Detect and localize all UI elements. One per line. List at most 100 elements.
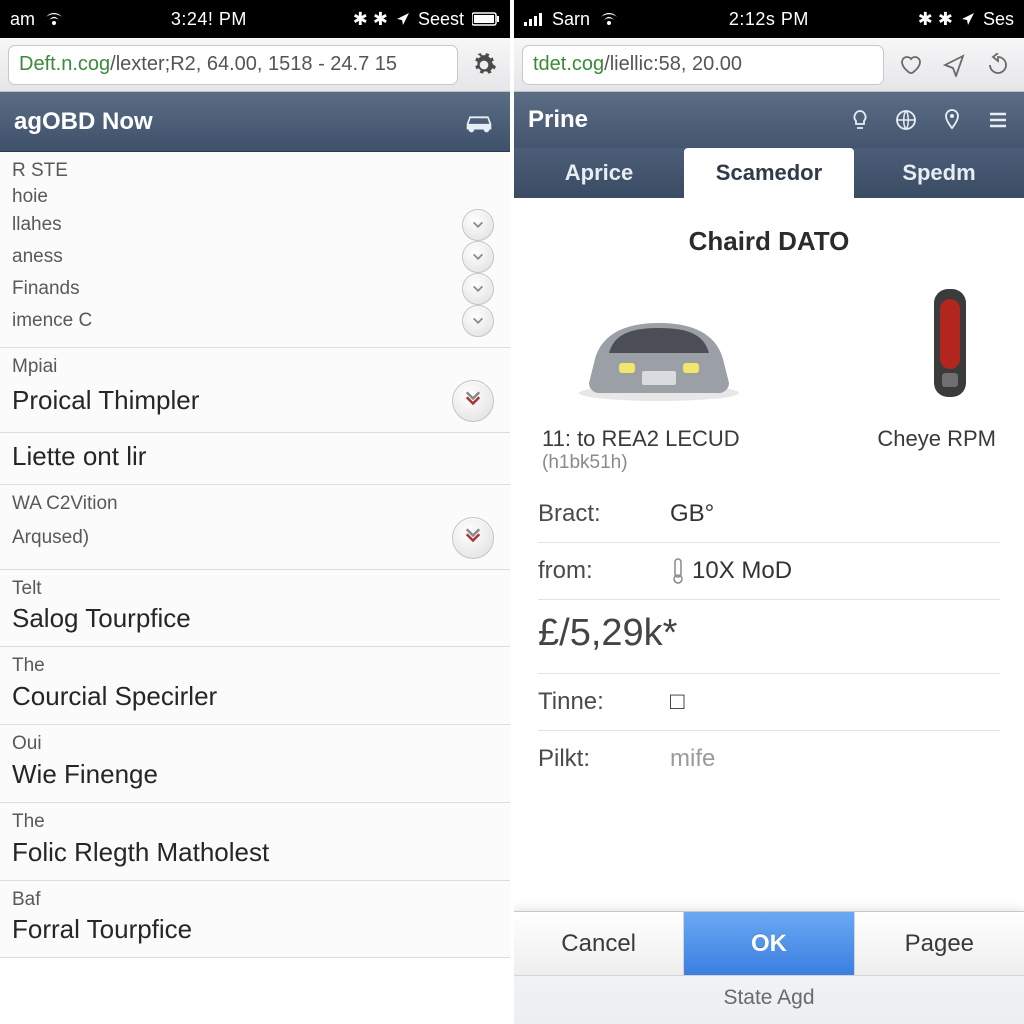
tab-scamedor[interactable]: Scamedor bbox=[684, 148, 854, 198]
list-group: Liette ont lir bbox=[0, 433, 510, 485]
battery-icon bbox=[472, 12, 500, 26]
row-time: Tinne: □ bbox=[538, 674, 1000, 731]
signal-icon bbox=[524, 12, 544, 26]
list-item[interactable]: aness bbox=[12, 241, 510, 273]
list-item-label: hoie bbox=[12, 184, 48, 210]
ok-button[interactable]: OK bbox=[684, 912, 854, 975]
list-item-label: imence C bbox=[12, 308, 92, 334]
rpm-label: Cheye RPM bbox=[877, 426, 996, 474]
list-group: R STEhoiellahes aness Finands imence C bbox=[0, 152, 510, 348]
pin-icon[interactable] bbox=[940, 108, 964, 132]
chevron-down-icon[interactable] bbox=[462, 209, 494, 241]
list-item: Folic Rlegth Matholest bbox=[12, 835, 510, 870]
page-button[interactable]: Pagee bbox=[855, 912, 1024, 975]
url-bar: Deft.n.cog/lexter;R2, 64.00, 1518 - 24.7… bbox=[0, 38, 510, 92]
tab-aprice[interactable]: Aprice bbox=[514, 148, 684, 198]
list-item-label: Liette ont lir bbox=[12, 439, 146, 474]
scanner-illustration bbox=[926, 283, 974, 403]
url-host: tdet.cog bbox=[533, 53, 604, 76]
list-item-label: The bbox=[12, 653, 45, 679]
list-item-label: WA C2Vition bbox=[12, 491, 118, 517]
thermometer-icon bbox=[670, 558, 686, 584]
app-title: agOBD Now bbox=[14, 108, 153, 136]
chevron-down-icon[interactable] bbox=[462, 241, 494, 273]
screen-left: am 3:24! PM ✱ ✱ Seest Deft.n.cog/lexter;… bbox=[0, 0, 510, 1024]
list-item-label: aness bbox=[12, 244, 63, 270]
refresh-icon bbox=[986, 53, 1010, 77]
globe-icon[interactable] bbox=[894, 108, 918, 132]
car-illustration bbox=[564, 293, 754, 403]
list-item: Baf bbox=[12, 887, 510, 913]
vehicle-sublabel: (h1bk51h) bbox=[542, 452, 740, 474]
list-item[interactable]: Finands bbox=[12, 273, 510, 305]
list-item[interactable]: Proical Thimpler bbox=[12, 380, 510, 422]
list-item: Mpiai bbox=[12, 354, 510, 380]
list-item[interactable]: Arqused) bbox=[12, 517, 510, 559]
chevron-down-icon[interactable] bbox=[462, 305, 494, 337]
car-icon[interactable] bbox=[462, 105, 496, 139]
reload-button[interactable] bbox=[466, 47, 502, 83]
status-bar: am 3:24! PM ✱ ✱ Seest bbox=[0, 0, 510, 38]
kv-key: Tinne: bbox=[538, 688, 648, 716]
url-field[interactable]: tdet.cog/liellic:58, 20.00 bbox=[522, 45, 884, 85]
url-bar: tdet.cog/liellic:58, 20.00 bbox=[514, 38, 1024, 92]
action-sheet: Cancel OK Pagee State Agd bbox=[514, 911, 1024, 1024]
chevron-down-icon[interactable] bbox=[452, 517, 494, 559]
screen-right: Sarn 2:12s PM ✱ ✱ Ses tdet.cog/liellic:5… bbox=[510, 0, 1024, 1024]
url-host: Deft.n.cog bbox=[19, 53, 110, 76]
status-right-indicators: ✱ ✱ bbox=[353, 9, 388, 30]
list-item-label: Baf bbox=[12, 887, 41, 913]
kv-value: 10X MoD bbox=[692, 557, 792, 585]
kv-key: Bract: bbox=[538, 500, 648, 528]
list-item: Salog Tourpfice bbox=[12, 601, 510, 636]
url-path: /lexter;R2, 64.00, 1518 - 24.7 15 bbox=[110, 53, 397, 76]
kv-value: GB° bbox=[670, 500, 714, 528]
list-item: Liette ont lir bbox=[12, 439, 510, 474]
chevron-down-icon[interactable] bbox=[452, 380, 494, 422]
sidebar-list: R STEhoiellahes aness Finands imence C Mpiai… bbox=[0, 152, 510, 958]
list-item-label: Mpiai bbox=[12, 354, 57, 380]
heart-icon bbox=[898, 53, 922, 77]
carrier-label: Sarn bbox=[552, 9, 590, 30]
refresh-button[interactable] bbox=[980, 47, 1016, 83]
cancel-button[interactable]: Cancel bbox=[514, 912, 684, 975]
app-title: Prine bbox=[528, 106, 588, 134]
share-button[interactable] bbox=[936, 47, 972, 83]
chevron-down-icon[interactable] bbox=[462, 273, 494, 305]
list-item-label: Courcial Specirler bbox=[12, 679, 217, 714]
list-item: WA C2Vition bbox=[12, 491, 510, 517]
list-group: TeltSalog Tourpfice bbox=[0, 570, 510, 648]
list-group: Mpiai Proical Thimpler bbox=[0, 348, 510, 433]
list-item-label: Wie Finenge bbox=[12, 757, 158, 792]
list-item-label: Finands bbox=[12, 276, 80, 302]
list-item: R STE bbox=[12, 158, 510, 184]
vehicle-label: 11: to REA2 LECUD bbox=[542, 426, 740, 452]
clock: 2:12s PM bbox=[729, 9, 809, 30]
row-bract: Bract: GB° bbox=[538, 486, 1000, 543]
list-item-label: Folic Rlegth Matholest bbox=[12, 835, 269, 870]
list-item: The bbox=[12, 653, 510, 679]
list-item: Forral Tourpfice bbox=[12, 912, 510, 947]
location-icon bbox=[396, 12, 410, 26]
list-item-label: Telt bbox=[12, 576, 42, 602]
sheet-label: State Agd bbox=[514, 976, 1024, 1024]
tab-spedm[interactable]: Spedm bbox=[854, 148, 1024, 198]
url-field[interactable]: Deft.n.cog/lexter;R2, 64.00, 1518 - 24.7… bbox=[8, 45, 458, 85]
row-pilk: Pilkt: mife bbox=[538, 731, 1000, 787]
menu-icon[interactable] bbox=[986, 108, 1010, 132]
list-item-label: Salog Tourpfice bbox=[12, 601, 191, 636]
app-header: agOBD Now bbox=[0, 92, 510, 152]
list-item-label: R STE bbox=[12, 158, 68, 184]
bulb-icon[interactable] bbox=[848, 108, 872, 132]
list-item[interactable]: imence C bbox=[12, 305, 510, 337]
favorite-button[interactable] bbox=[892, 47, 928, 83]
location-icon bbox=[961, 12, 975, 26]
list-item-label: Forral Tourpfice bbox=[12, 912, 192, 947]
list-item: Courcial Specirler bbox=[12, 679, 510, 714]
status-right-text: Ses bbox=[983, 9, 1014, 30]
list-item-label: Proical Thimpler bbox=[12, 383, 199, 418]
list-group: WA C2VitionArqused) bbox=[0, 485, 510, 570]
status-right-text: Seest bbox=[418, 9, 464, 30]
gear-icon bbox=[471, 52, 497, 78]
list-item[interactable]: llahes bbox=[12, 209, 510, 241]
